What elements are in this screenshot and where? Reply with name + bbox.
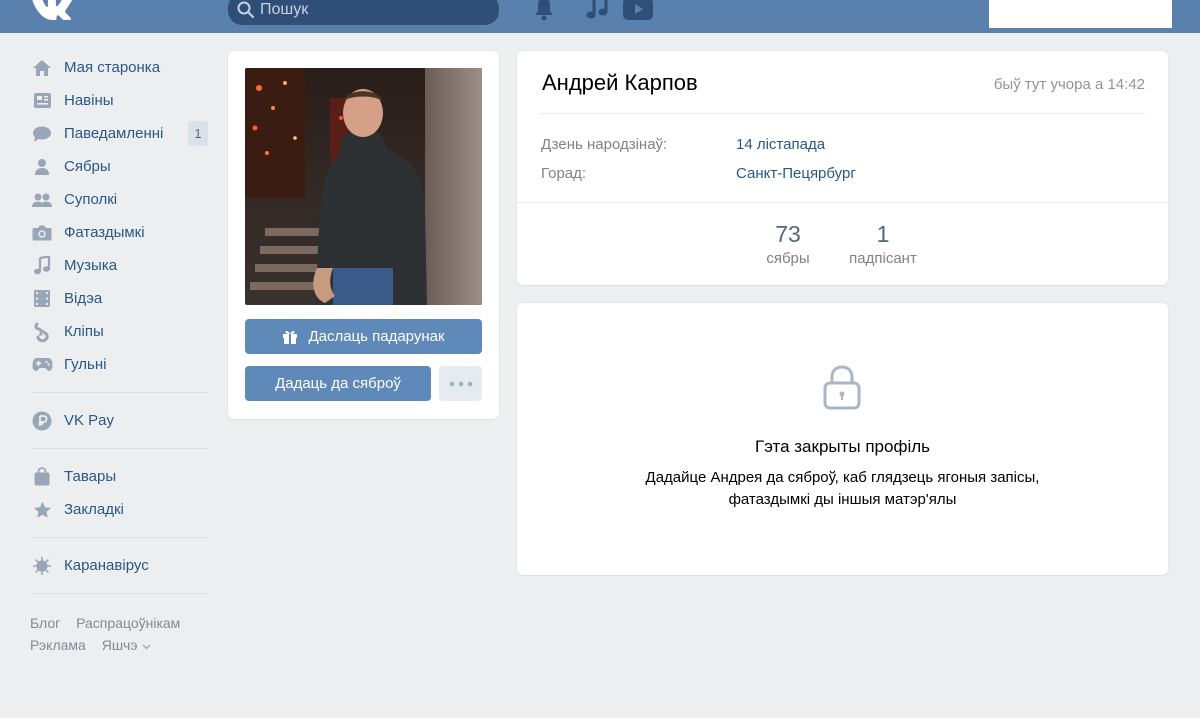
add-friend-label: Дадаць да сяброў (275, 375, 401, 392)
footer-more-label: Яшчэ (101, 637, 138, 653)
friends-counter[interactable]: 73 сябры (753, 219, 823, 269)
profile-photo[interactable] (245, 68, 482, 305)
search-icon (237, 1, 255, 19)
bag-icon (31, 466, 53, 488)
sidebar-item-vkpay[interactable]: VK Pay (30, 404, 208, 437)
profile-info-card: Андрей Карпов быў тут учора а 14:42 Дзен… (517, 51, 1168, 285)
add-friend-button[interactable]: Дадаць да сяброў (245, 366, 431, 401)
sidebar-item-my-page[interactable]: Мая старонка (30, 51, 208, 84)
home-icon (31, 57, 53, 79)
clips-icon (31, 321, 53, 343)
user-menu[interactable] (989, 0, 1172, 28)
footer-link-blog[interactable]: Блог (30, 615, 60, 631)
news-icon (31, 90, 53, 112)
chevron-down-icon (142, 644, 150, 650)
music-note-icon (31, 255, 53, 277)
divider (541, 113, 1145, 114)
birthday-value[interactable]: 14 лістапада (736, 136, 825, 153)
sidebar-divider (32, 593, 208, 594)
sidebar-item-video[interactable]: Відэа (30, 282, 208, 315)
more-actions-button[interactable] (439, 366, 482, 401)
more-dots-icon (449, 381, 472, 386)
sidebar-item-label: Сябры (64, 158, 111, 175)
profile-photo-card: Даслаць падарунак Дадаць да сяброў (228, 51, 499, 419)
footer-link-more[interactable]: Яшчэ (102, 637, 151, 653)
gamepad-icon (31, 354, 53, 376)
closed-profile-description-line: Дадайце Андрея да сяброў, каб глядзець я… (645, 469, 1040, 486)
top-bar (0, 0, 1200, 33)
sidebar-item-communities[interactable]: Суполкі (30, 183, 208, 216)
closed-profile-title: Гэта закрыты профіль (754, 437, 931, 456)
sidebar-item-label: VK Pay (64, 412, 115, 429)
followers-count: 1 (876, 221, 890, 247)
sidebar-item-label: Фатаздымкі (64, 224, 145, 241)
closed-profile-description: Дадайце Андрея да сяброў, каб глядзець я… (612, 467, 1073, 511)
closed-profile-card: Гэта закрыты профіль Дадайце Андрея да с… (517, 303, 1168, 575)
lock-icon (823, 365, 861, 410)
virus-icon (31, 555, 53, 577)
closed-profile-description-line: фатаздымкі ды іншыя матэр'ялы (728, 491, 957, 508)
followers-counter[interactable]: 1 падпісант (837, 219, 929, 269)
sidebar-divider (32, 537, 208, 538)
bell-icon[interactable] (533, 0, 555, 22)
sidebar-item-friends[interactable]: Сябры (30, 150, 208, 183)
camera-icon (31, 222, 53, 244)
sidebar-item-label: Паведамленні (64, 125, 164, 142)
sidebar-item-label: Мая старонка (64, 59, 161, 76)
sidebar-item-label: Суполкі (64, 191, 118, 208)
video-play-icon[interactable] (622, 0, 654, 22)
search-input[interactable] (260, 0, 490, 21)
send-gift-label: Даслаць падарунак (308, 328, 445, 345)
search-box[interactable] (228, 0, 499, 25)
sidebar-item-photos[interactable]: Фатаздымкі (30, 216, 208, 249)
city-label: Горад: (541, 165, 587, 182)
star-icon (31, 499, 53, 521)
vkpay-icon (31, 410, 53, 432)
sidebar-item-label: Гульні (64, 356, 107, 373)
profile-name: Андрей Карпов (542, 70, 698, 95)
messages-icon (31, 123, 53, 145)
left-sidebar: Мая старонка Навіны Паведамленні 1 Сябры… (30, 51, 208, 656)
vk-logo[interactable] (30, 0, 74, 20)
online-status: быў тут учора а 14:42 (993, 76, 1145, 93)
city-value[interactable]: Санкт-Пецярбург (736, 165, 856, 182)
sidebar-item-goods[interactable]: Тавары (30, 460, 208, 493)
sidebar-item-label: Тавары (64, 468, 117, 485)
sidebar-item-coronavirus[interactable]: Каранавірус (30, 549, 208, 582)
birthday-label: Дзень народзінаў: (541, 136, 668, 153)
sidebar-item-label: Кліпы (64, 323, 104, 340)
friends-count: 73 (775, 221, 801, 247)
sidebar-item-label: Каранавірус (64, 557, 149, 574)
sidebar-item-label: Закладкі (64, 501, 124, 518)
film-icon (31, 288, 53, 310)
friends-count-label: сябры (766, 250, 810, 267)
music-icon[interactable] (586, 0, 610, 22)
sidebar-item-messages[interactable]: Паведамленні 1 (30, 117, 208, 150)
sidebar-divider (32, 448, 208, 449)
sidebar-footer-links: Блог Распрацоўнікам Рэклама Яшчэ (30, 612, 208, 656)
sidebar-item-music[interactable]: Музыка (30, 249, 208, 282)
footer-link-ads[interactable]: Рэклама (30, 637, 86, 653)
sidebar-divider (32, 392, 208, 393)
send-gift-button[interactable]: Даслаць падарунак (245, 319, 482, 354)
communities-icon (31, 189, 53, 211)
friends-icon (31, 156, 53, 178)
sidebar-item-news[interactable]: Навіны (30, 84, 208, 117)
sidebar-item-label: Навіны (64, 92, 114, 109)
unread-count-badge: 1 (188, 121, 208, 146)
sidebar-item-label: Відэа (64, 290, 103, 307)
sidebar-item-clips[interactable]: Кліпы (30, 315, 208, 348)
sidebar-item-games[interactable]: Гульні (30, 348, 208, 381)
footer-link-developers[interactable]: Распрацоўнікам (76, 615, 180, 631)
divider (517, 202, 1168, 203)
gift-icon (283, 330, 298, 344)
sidebar-item-label: Музыка (64, 257, 118, 274)
followers-count-label: падпісант (849, 250, 917, 267)
sidebar-item-bookmarks[interactable]: Закладкі (30, 493, 208, 526)
